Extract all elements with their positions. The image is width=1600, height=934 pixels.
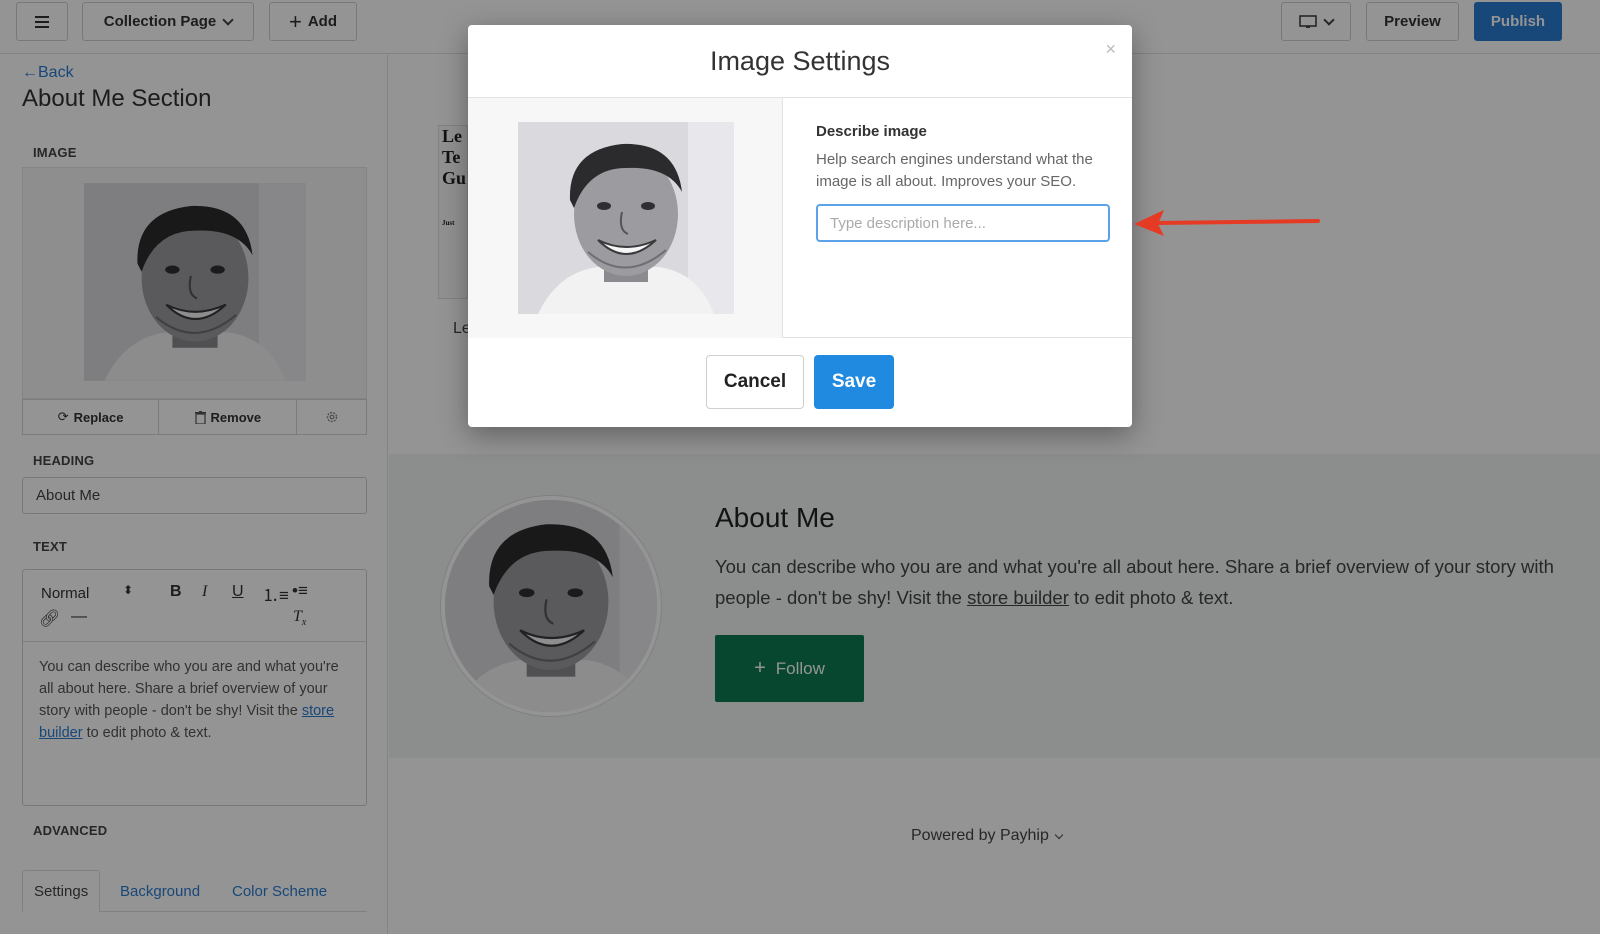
image-settings-modal: Image Settings × Describe image Help sea… xyxy=(468,25,1132,427)
describe-image-label: Describe image xyxy=(816,123,927,140)
modal-photo xyxy=(518,122,734,314)
modal-footer: Cancel Save xyxy=(468,338,1132,426)
image-description-input[interactable] xyxy=(816,204,1110,242)
describe-image-help: Help search engines understand what the … xyxy=(816,151,1093,190)
annotation-arrow-icon xyxy=(1134,210,1320,236)
modal-header: Image Settings × xyxy=(468,25,1132,98)
modal-image-panel xyxy=(468,98,783,338)
cancel-button[interactable]: Cancel xyxy=(706,355,804,409)
modal-title: Image Settings xyxy=(709,45,891,76)
close-icon[interactable]: × xyxy=(1105,39,1116,60)
save-button[interactable]: Save xyxy=(814,355,894,409)
modal-body: Describe image Help search engines under… xyxy=(468,98,1132,338)
